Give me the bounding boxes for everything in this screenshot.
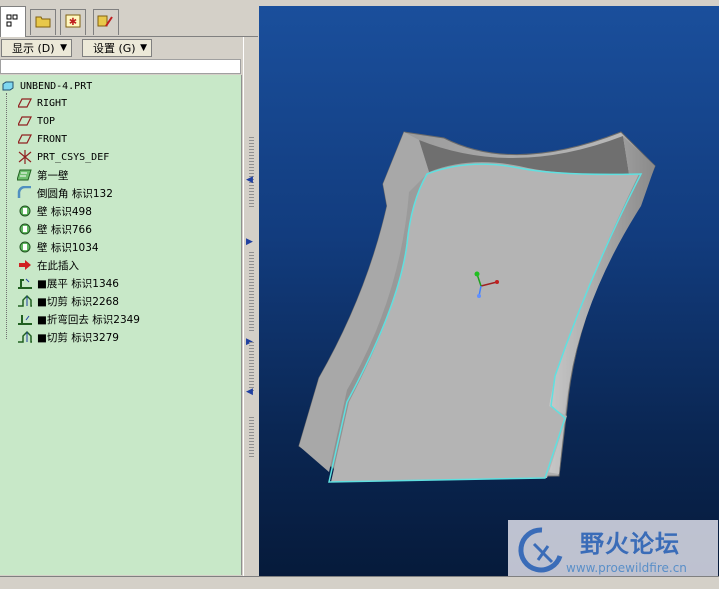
unbend-icon [17, 276, 33, 290]
splitter-grip[interactable] [249, 417, 254, 457]
tree-root-label: UNBEND-4.PRT [20, 80, 93, 92]
tree-item-label: FRONT [37, 133, 68, 145]
tree-item-insert-here[interactable]: 在此插入 [17, 256, 79, 274]
part-icon [0, 79, 16, 93]
tree-item-unbend-1346[interactable]: ■展平 标识1346 [17, 274, 119, 292]
csys-icon [17, 150, 33, 164]
first-wall-icon [17, 168, 33, 182]
tree-item-label: ■展平 标识1346 [37, 277, 119, 290]
tab-folder-browser[interactable] [30, 9, 56, 35]
tree-item-wall-498[interactable]: 壁 标识498 [17, 202, 92, 220]
tab-model-tree[interactable] [0, 6, 26, 37]
tree-item-label: ■切剪 标识2268 [37, 295, 119, 308]
collapse-arrow-icon[interactable]: ◀ [246, 175, 253, 185]
tree-item-label: ■切剪 标识3279 [37, 331, 119, 344]
tree-item-round[interactable]: 倒圆角 标识132 [17, 184, 113, 202]
tree-root[interactable]: UNBEND-4.PRT [0, 77, 92, 95]
display-dropdown-label: 显示 (D) [12, 42, 55, 55]
chevron-down-icon: ▼ [60, 43, 67, 53]
splitter-grip[interactable] [249, 342, 254, 392]
model-tree-icon [6, 14, 20, 31]
navigator-tab-strip: ✱ [0, 0, 258, 37]
tree-item-label: TOP [37, 115, 56, 127]
watermark-url: www.proewildfire.cn [566, 561, 687, 575]
tree-item-front[interactable]: FRONT [17, 130, 67, 148]
tree-item-cut-3279[interactable]: ■切剪 标识3279 [17, 328, 119, 346]
display-dropdown[interactable]: 显示 (D) ▼ [1, 39, 72, 57]
tree-item-csys[interactable]: PRT_CSYS_DEF [17, 148, 109, 166]
tree-item-right[interactable]: RIGHT [17, 94, 67, 112]
tree-item-top[interactable]: TOP [17, 112, 55, 130]
insert-here-arrow-icon [17, 258, 33, 272]
tree-item-label: 倒圆角 标识132 [37, 187, 113, 200]
pane-splitter[interactable]: ◀ ▶ ▶ ◀ [243, 37, 260, 588]
tree-item-label: 壁 标识498 [37, 205, 92, 218]
cut-icon [17, 294, 33, 308]
tree-item-label: 壁 标识1034 [37, 241, 99, 254]
graphics-viewport[interactable] [259, 6, 719, 580]
tree-item-label: PRT_CSYS_DEF [37, 151, 110, 163]
settings-dropdown[interactable]: 设置 (G) ▼ [82, 39, 152, 57]
watermark-logo-icon [512, 524, 568, 577]
datum-plane-icon [17, 114, 33, 128]
model-tree: UNBEND-4.PRT RIGHT TOP FRONT PRT_CSYS_DE… [0, 75, 242, 575]
folder-icon [35, 14, 51, 31]
favorites-icon: ✱ [65, 14, 81, 31]
tree-item-bend-back-2349[interactable]: ■折弯回去 标识2349 [17, 310, 140, 328]
tree-item-label: ■折弯回去 标识2349 [37, 313, 140, 326]
wall-icon [17, 240, 33, 254]
tree-item-label: 壁 标识766 [37, 223, 92, 236]
tab-connections[interactable] [93, 9, 119, 35]
bend-back-icon [17, 312, 33, 326]
tree-item-first-wall[interactable]: 第一壁 [17, 166, 69, 184]
tree-toolbar: 显示 (D) ▼ 设置 (G) ▼ [0, 37, 243, 59]
connections-icon [97, 14, 115, 31]
tree-filter-field[interactable] [0, 59, 241, 74]
tree-item-wall-1034[interactable]: 壁 标识1034 [17, 238, 99, 256]
tree-item-label: RIGHT [37, 97, 68, 109]
watermark-title: 野火论坛 [580, 530, 680, 558]
tree-item-label: 第一壁 [37, 169, 69, 182]
wall-icon [17, 222, 33, 236]
forum-watermark: 野火论坛 www.proewildfire.cn [508, 520, 718, 578]
datum-plane-icon [17, 96, 33, 110]
expand-arrow-icon[interactable]: ▶ [246, 237, 253, 247]
collapse-arrow-icon[interactable]: ◀ [246, 387, 253, 397]
datum-plane-icon [17, 132, 33, 146]
tab-favorites[interactable]: ✱ [60, 9, 86, 35]
tree-connector-line [6, 93, 7, 339]
cut-icon [17, 330, 33, 344]
svg-text:✱: ✱ [69, 17, 77, 28]
status-bar [0, 576, 719, 589]
sheetmetal-part-model [298, 131, 656, 483]
round-icon [17, 186, 33, 200]
tree-item-cut-2268[interactable]: ■切剪 标识2268 [17, 292, 119, 310]
settings-dropdown-label: 设置 (G) [93, 42, 136, 55]
wall-icon [17, 204, 33, 218]
chevron-down-icon: ▼ [140, 43, 147, 53]
tree-item-label: 在此插入 [37, 259, 79, 272]
splitter-grip[interactable] [249, 252, 254, 332]
splitter-grip[interactable] [249, 137, 254, 207]
tree-item-wall-766[interactable]: 壁 标识766 [17, 220, 92, 238]
